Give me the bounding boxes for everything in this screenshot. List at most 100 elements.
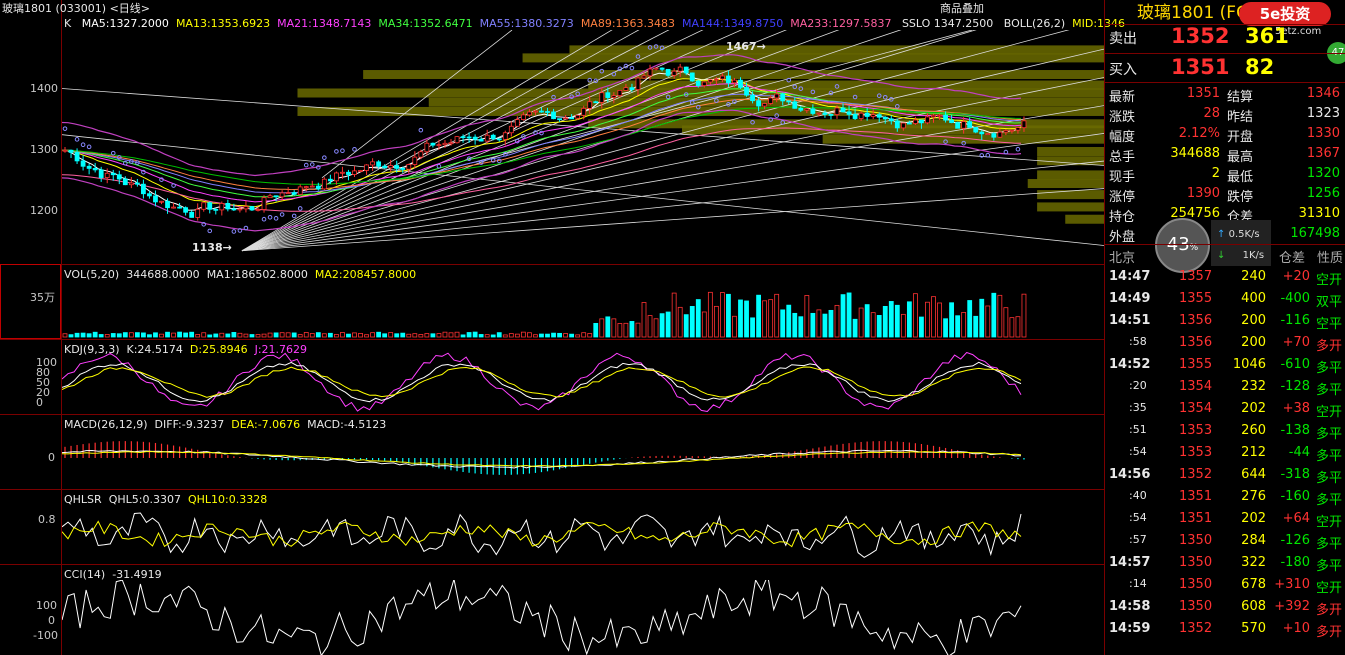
candle-body (436, 144, 442, 147)
candle-body (882, 116, 888, 120)
macd-svg[interactable] (62, 430, 1104, 488)
tick-row[interactable]: :58 1356 200 +70 多开 (1105, 332, 1345, 354)
volume-bar (309, 333, 315, 338)
quote-value: 2.12% (1178, 126, 1220, 141)
volume-bar (134, 332, 140, 338)
volume-bar (653, 318, 659, 338)
volume-bar (430, 333, 436, 338)
volume-bar (677, 306, 683, 338)
tick-row[interactable]: :54 1353 212 -44 多平 (1105, 442, 1345, 464)
candle-body (539, 110, 544, 113)
volume-bar (587, 333, 593, 338)
quote-value: 344688 (1170, 146, 1220, 161)
kline-chart-area[interactable]: 玻璃1801 (033001) <日线> 商品叠加 K MA5:1327.200… (0, 0, 1125, 655)
tick-row[interactable]: :40 1351 276 -160 多平 (1105, 486, 1345, 508)
candle-body (147, 193, 152, 197)
tick-nature: 多平 (1316, 383, 1343, 398)
volume-bar (147, 334, 152, 338)
candle-body (382, 165, 388, 169)
tick-row[interactable]: 14:51 1356 200 -116 空平 (1105, 310, 1345, 332)
candle-body (1015, 127, 1021, 131)
volume-bar (394, 333, 400, 338)
volume-bar (611, 318, 617, 338)
candle-body (943, 114, 948, 121)
volume-bar (484, 334, 490, 338)
quote-row: 总手 344688 最高 1367 (1105, 144, 1345, 165)
quote-label: 涨跌 (1109, 110, 1136, 125)
volume-bar (159, 333, 164, 338)
price-tick-1400: 1400 (30, 82, 58, 95)
tick-nature: 多开 (1316, 339, 1343, 354)
tick-price: 1353 (1179, 445, 1213, 460)
quote-panel: 玻璃1801 (FG801) 5e投资 5etz.com 47 卖出 1352 … (1104, 0, 1345, 655)
tick-nature: 空开 (1316, 405, 1343, 420)
candle-body (279, 192, 285, 198)
chart-title: 玻璃1801 (033001) <日线> (2, 0, 150, 16)
tick-row[interactable]: 14:58 1350 608 +392 多开 (1105, 596, 1345, 618)
tick-row[interactable]: :20 1354 232 -128 多平 (1105, 376, 1345, 398)
symbol-title: 玻璃1801 (033001) (2, 2, 107, 15)
tick-row[interactable]: :14 1350 678 +310 空开 (1105, 574, 1345, 596)
candle-body (894, 120, 900, 129)
volume-bar (581, 332, 587, 338)
candle-body (177, 206, 182, 209)
candle-body (533, 110, 538, 113)
candle-body (834, 107, 840, 115)
tick-time: :54 (1129, 511, 1147, 524)
candle-body (490, 134, 496, 140)
period-label[interactable]: <日线> (110, 2, 150, 15)
tick-row[interactable]: 14:47 1357 240 +20 空开 (1105, 266, 1345, 288)
tick-row[interactable]: 14:57 1350 322 -180 多平 (1105, 552, 1345, 574)
quote-value: 1330 (1306, 126, 1340, 141)
volume-bar (816, 309, 822, 338)
overlay-menu[interactable]: 商品叠加 (940, 0, 984, 16)
volume-bar (533, 334, 538, 338)
tick-row[interactable]: :51 1353 260 -138 多平 (1105, 420, 1345, 442)
candle-body (713, 78, 719, 81)
candlestick-svg[interactable] (62, 30, 1104, 264)
volume-bar (80, 332, 86, 338)
volume-bar (183, 332, 189, 338)
quote-label: 现手 (1109, 170, 1136, 185)
candle-body (665, 68, 671, 76)
tick-nature: 空开 (1316, 581, 1343, 596)
volume-profile-bar (1037, 156, 1104, 166)
tick-row[interactable]: 14:49 1355 400 -400 双平 (1105, 288, 1345, 310)
tick-oi-change: +64 (1282, 511, 1310, 526)
panel-divider (0, 489, 1104, 490)
cci-svg[interactable] (62, 580, 1104, 655)
candle-body (647, 68, 653, 77)
qhlsr-svg[interactable] (62, 505, 1104, 563)
tick-row[interactable]: 14:59 1352 570 +10 多开 (1105, 618, 1345, 640)
sell-label: 卖出 (1109, 31, 1137, 47)
vol-ma2: MA2:208457.8000 (314, 268, 417, 281)
quote-row: 涨停 1390 跌停 1256 (1105, 184, 1345, 205)
volume-bar (346, 333, 351, 338)
tick-price: 1350 (1179, 577, 1213, 592)
tick-row[interactable]: 14:56 1352 644 -318 多平 (1105, 464, 1345, 486)
tick-row[interactable]: :57 1350 284 -126 多平 (1105, 530, 1345, 552)
volume-bar (834, 304, 840, 338)
volume-svg[interactable] (62, 285, 1104, 338)
high-marker: 1467→ (726, 40, 766, 53)
net-speed-circle[interactable]: 43% (1155, 218, 1210, 273)
kdj-svg[interactable] (62, 352, 1104, 412)
tick-row[interactable]: :54 1351 202 +64 空开 (1105, 508, 1345, 530)
volume-bar (1021, 293, 1027, 338)
candle-body (153, 195, 158, 203)
volume-bar (617, 323, 623, 338)
tick-time: 14:52 (1109, 357, 1151, 372)
tick-time: :20 (1129, 379, 1147, 392)
quote-value: 1320 (1306, 166, 1340, 181)
tick-row[interactable]: :35 1354 202 +38 空开 (1105, 398, 1345, 420)
ticks-place: 北京 (1109, 251, 1136, 266)
logo: 5e投资 (1239, 2, 1331, 26)
tick-volume: 284 (1241, 533, 1266, 548)
tick-oi-change: -44 (1288, 445, 1310, 460)
tick-row[interactable]: 14:52 1355 1046 -610 多平 (1105, 354, 1345, 376)
volume-bar (804, 295, 810, 338)
tick-oi-change: -180 (1280, 555, 1310, 570)
candle-body (973, 127, 979, 133)
ticks-warehouse-header: 仓差 (1279, 251, 1306, 266)
volume-bar (321, 333, 327, 338)
